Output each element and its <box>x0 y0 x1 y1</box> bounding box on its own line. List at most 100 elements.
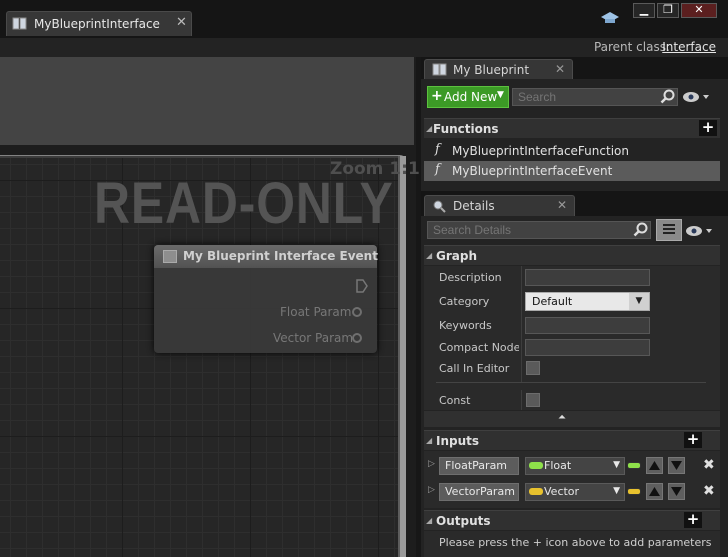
move-down-button[interactable] <box>668 483 685 500</box>
graph-right-border <box>398 156 406 557</box>
column-divider <box>521 266 522 382</box>
function-item-label: MyBlueprintInterfaceEvent <box>452 164 613 178</box>
column-divider <box>521 390 522 410</box>
function-icon: f <box>435 162 440 177</box>
input-type-label: Vector <box>544 485 580 498</box>
event-node-icon <box>163 250 177 263</box>
graph-toolbar-area <box>0 57 414 145</box>
collapse-arrow-icon: ◢ <box>426 124 433 133</box>
advanced-toggle[interactable]: ⏶ <box>424 411 720 427</box>
add-new-label: Add New <box>444 90 498 104</box>
chevron-down-icon: ▼ <box>629 293 649 310</box>
property-matrix-button[interactable] <box>656 219 682 241</box>
details-tab[interactable]: Details ✕ <box>424 195 575 216</box>
description-field[interactable] <box>525 269 650 286</box>
document-tab-title: MyBlueprintInterface <box>34 17 160 31</box>
graph-header-label: Graph <box>436 249 477 263</box>
chevron-down-icon: ▼ <box>613 486 620 496</box>
input-param-name-field[interactable]: VectorParam <box>439 483 519 501</box>
inputs-header-label: Inputs <box>436 434 480 448</box>
const-label: Const <box>439 394 471 407</box>
vector-output-pin-icon[interactable] <box>352 333 362 343</box>
view-options-eye-icon[interactable] <box>683 91 711 106</box>
node-pin-label: Vector Param <box>273 331 354 345</box>
inputs-category-header[interactable]: ◢ Inputs <box>424 430 720 450</box>
table-icon <box>663 224 675 234</box>
exec-output-pin-icon[interactable] <box>356 279 368 296</box>
compact-node-title-label: Compact Node T <box>439 341 519 354</box>
vector-type-pill-icon <box>529 488 543 495</box>
my-blueprint-tab[interactable]: My Blueprint ✕ <box>424 59 573 79</box>
add-function-button[interactable]: + <box>699 120 717 136</box>
functions-header-label: Functions <box>433 122 499 136</box>
vector-pin-color-icon <box>627 488 641 495</box>
node-title: My Blueprint Interface Event <box>183 249 378 263</box>
details-tab-close-icon[interactable]: ✕ <box>557 198 567 212</box>
function-item[interactable]: f MyBlueprintInterfaceFunction <box>424 141 720 161</box>
plus-icon: + <box>431 88 443 104</box>
functions-category-header[interactable]: ◢ Functions <box>424 118 720 138</box>
details-magnifier-icon <box>432 199 446 216</box>
call-in-editor-label: Call In Editor <box>439 362 510 375</box>
float-type-pill-icon <box>529 462 543 469</box>
move-down-button[interactable] <box>668 457 685 474</box>
input-param-name-field[interactable]: FloatParam <box>439 457 519 475</box>
remove-input-icon[interactable]: ✖ <box>703 483 715 499</box>
input-type-dropdown[interactable]: Float ▼ <box>525 457 625 475</box>
my-blueprint-search-input[interactable] <box>512 88 678 106</box>
outputs-hint: Please press the + icon above to add par… <box>439 536 712 549</box>
graduation-cap-icon[interactable] <box>600 10 620 29</box>
node-pin-label: Float Param <box>280 305 352 319</box>
float-pin-color-icon <box>627 462 641 469</box>
my-blueprint-tab-title: My Blueprint <box>453 63 530 77</box>
parent-class-link[interactable]: Interface <box>662 40 716 54</box>
close-window-button[interactable]: ✕ <box>681 3 717 18</box>
search-icon[interactable] <box>660 89 676 108</box>
input-type-dropdown[interactable]: Vector ▼ <box>525 483 625 501</box>
outputs-header-label: Outputs <box>436 514 491 528</box>
float-output-pin-icon[interactable] <box>352 307 362 317</box>
minimize-button[interactable]: ▁ <box>633 3 655 18</box>
document-tab-close-icon[interactable]: ✕ <box>176 15 187 30</box>
category-value: Default <box>532 295 573 308</box>
expand-arrow-icon[interactable]: ▷ <box>428 485 435 495</box>
category-label: Category <box>439 295 490 308</box>
function-item-selected[interactable]: f MyBlueprintInterfaceEvent <box>424 161 720 181</box>
advanced-divider <box>436 382 706 383</box>
input-type-label: Float <box>544 459 572 472</box>
view-options-eye-icon[interactable] <box>686 225 714 240</box>
blueprint-book-icon <box>12 17 27 30</box>
read-only-watermark: READ-ONLY <box>94 171 394 236</box>
chevron-down-icon: ▼ <box>497 90 504 100</box>
collapse-arrow-icon: ◢ <box>426 436 433 445</box>
blueprint-book-icon <box>432 63 447 79</box>
function-item-label: MyBlueprintInterfaceFunction <box>452 144 629 158</box>
keywords-field[interactable] <box>525 317 650 334</box>
details-search-input[interactable] <box>427 221 651 239</box>
expand-arrow-icon[interactable]: ▷ <box>428 459 435 469</box>
details-tab-title: Details <box>453 199 495 213</box>
add-new-button[interactable]: + Add New ▼ <box>427 86 509 108</box>
document-tab[interactable]: MyBlueprintInterface ✕ <box>6 11 192 36</box>
move-up-button[interactable] <box>646 483 663 500</box>
description-label: Description <box>439 271 502 284</box>
collapse-arrow-icon: ◢ <box>426 251 433 260</box>
collapse-arrow-icon: ◢ <box>426 516 433 525</box>
call-in-editor-checkbox[interactable] <box>526 361 540 375</box>
outputs-category-header[interactable]: ◢ Outputs <box>424 510 720 530</box>
keywords-label: Keywords <box>439 319 492 332</box>
my-blueprint-tab-close-icon[interactable]: ✕ <box>555 62 565 76</box>
add-input-button[interactable]: + <box>684 432 702 448</box>
chevron-down-icon: ▼ <box>613 460 620 470</box>
category-combobox[interactable]: Default ▼ <box>525 292 650 311</box>
graph-properties-area <box>424 266 720 410</box>
graph-category-header[interactable]: ◢ Graph <box>424 245 720 265</box>
function-icon: f <box>435 142 440 157</box>
const-checkbox[interactable] <box>526 393 540 407</box>
move-up-button[interactable] <box>646 457 663 474</box>
maximize-button[interactable]: ❐ <box>657 3 679 18</box>
remove-input-icon[interactable]: ✖ <box>703 457 715 473</box>
search-icon[interactable] <box>633 222 649 241</box>
add-output-button[interactable]: + <box>684 512 702 528</box>
compact-node-title-field[interactable] <box>525 339 650 356</box>
